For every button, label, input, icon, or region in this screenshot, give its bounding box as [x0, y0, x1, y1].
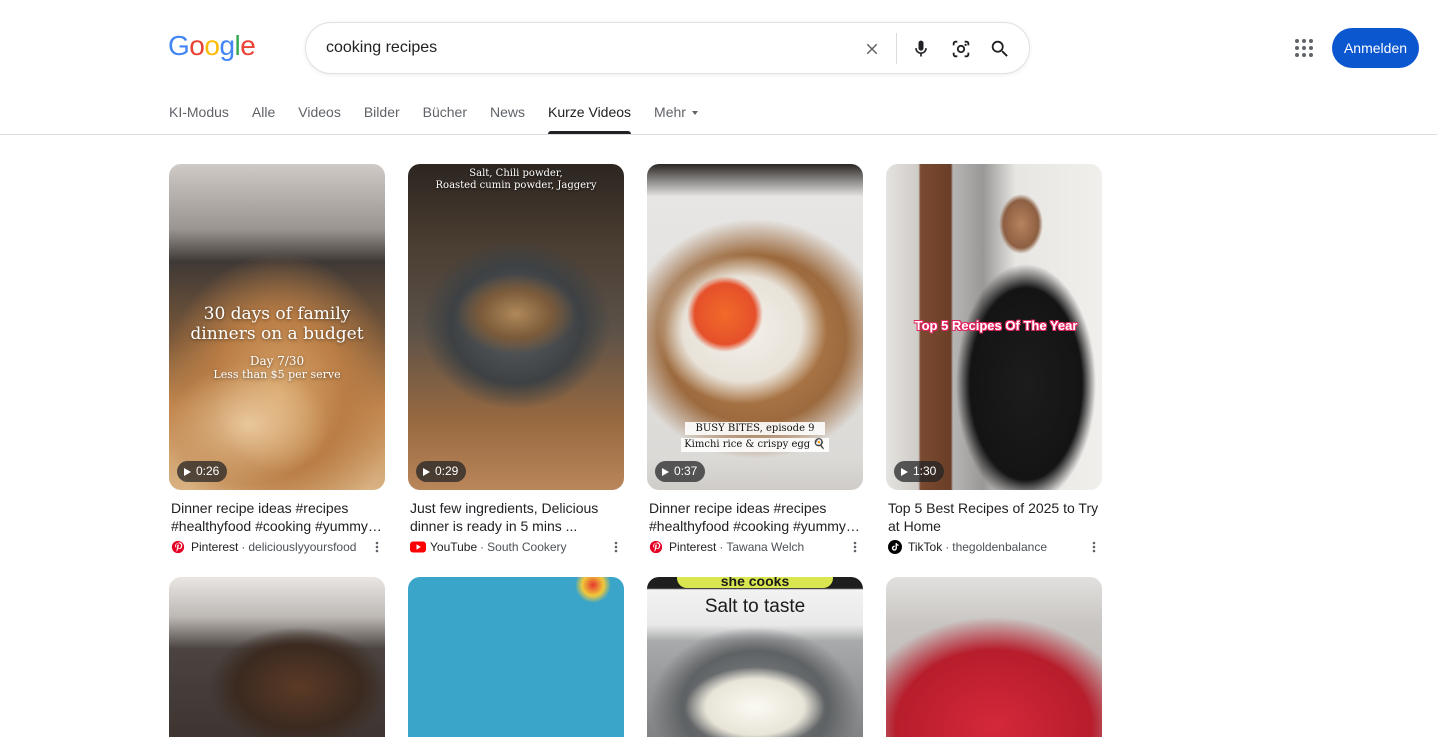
duration-label: 0:26 — [196, 464, 220, 478]
video-source: Pinterest · deliciouslyyoursfood — [169, 539, 385, 555]
thumbnail-overlay-line: Salt, Chili powder, — [469, 168, 563, 179]
tab-buecher[interactable]: Bücher — [423, 95, 467, 134]
tab-mehr[interactable]: Mehr — [654, 95, 698, 134]
play-icon — [423, 467, 430, 476]
duration-badge: 1:30 — [894, 461, 945, 482]
video-title[interactable]: Just few ingredients, Delicious dinner i… — [408, 499, 622, 535]
video-card: Top 5 Recipes Of The Year 1:30 Top 5 Bes… — [886, 164, 1102, 555]
more-options-icon[interactable] — [1086, 539, 1102, 555]
play-icon — [901, 467, 908, 476]
tab-bilder[interactable]: Bilder — [364, 95, 400, 134]
video-title[interactable]: Dinner recipe ideas #recipes #healthyfoo… — [647, 499, 861, 535]
channel-name: Tawana Welch — [726, 540, 805, 554]
separator: · — [480, 540, 485, 554]
video-card — [169, 577, 385, 737]
video-thumbnail[interactable]: Top 5 Recipes Of The Year 1:30 — [886, 164, 1102, 490]
lens-camera-icon[interactable] — [949, 37, 973, 61]
apps-grid-icon[interactable] — [1292, 36, 1316, 60]
video-title-line: dinner is ready in 5 mins ... — [410, 518, 578, 534]
video-thumbnail[interactable]: Salt, Chili powder, Roasted cumin powder… — [408, 164, 624, 490]
search-divider — [896, 33, 897, 64]
video-card — [408, 577, 624, 737]
video-title[interactable]: Top 5 Best Recipes of 2025 to Try at Hom… — [886, 499, 1100, 535]
separator: · — [945, 540, 950, 554]
microphone-icon[interactable] — [909, 37, 933, 61]
more-options-icon[interactable] — [608, 539, 624, 555]
duration-badge: 0:26 — [177, 461, 228, 482]
video-card: she cooks Salt to taste — [647, 577, 863, 737]
thumbnail-overlay-line: BUSY BITES, episode 9 — [685, 422, 825, 435]
clear-icon[interactable] — [860, 37, 884, 61]
video-card: 30 days of family dinners on a budget Da… — [169, 164, 385, 555]
video-source: TikTok · thegoldenbalance — [886, 539, 1102, 555]
search-tabs: KI-Modus Alle Videos Bilder Bücher News … — [169, 95, 721, 134]
caret-down-icon — [691, 111, 698, 116]
separator: · — [719, 540, 724, 554]
youtube-icon — [410, 540, 426, 554]
thumbnail-overlay-note: Less than $5 per serve — [213, 368, 341, 381]
video-title-line: #healthyfood #cooking #yummy… — [171, 518, 382, 534]
thumbnail-overlay-line: Roasted cumin powder, Jaggery — [435, 180, 597, 191]
search-box — [305, 22, 1030, 74]
video-thumbnail[interactable] — [408, 577, 624, 737]
video-source: YouTube · South Cookery — [408, 539, 624, 555]
source-name: Pinterest — [191, 540, 239, 554]
thumbnail-overlay-line: Kimchi rice & crispy egg 🍳 — [681, 438, 829, 452]
video-source: Pinterest · Tawana Welch — [647, 539, 863, 555]
more-options-icon[interactable] — [847, 539, 863, 555]
tab-news[interactable]: News — [490, 95, 525, 134]
source-name: TikTok — [908, 540, 943, 554]
tab-ki-modus[interactable]: KI-Modus — [169, 95, 229, 134]
header: Google Anmelden — [0, 0, 1437, 95]
video-thumbnail[interactable]: she cooks Salt to taste — [647, 577, 863, 737]
video-thumbnail[interactable]: BUSY BITES, episode 9 Kimchi rice & cris… — [647, 164, 863, 490]
tiktok-icon — [888, 540, 902, 554]
thumbnail-overlay-line: Top 5 Recipes Of The Year — [914, 318, 1078, 333]
duration-label: 1:30 — [913, 464, 937, 478]
video-thumbnail[interactable]: 30 days of family dinners on a budget Da… — [169, 164, 385, 490]
duration-label: 0:37 — [674, 464, 698, 478]
video-title-line: #healthyfood #cooking #yummy… — [649, 518, 860, 534]
tabs-divider — [0, 134, 1437, 135]
video-thumbnail[interactable] — [886, 577, 1102, 737]
video-card — [886, 577, 1102, 737]
signin-button[interactable]: Anmelden — [1332, 28, 1419, 68]
tab-kurze-videos[interactable]: Kurze Videos — [548, 95, 632, 134]
video-title-line: Top 5 Best Recipes of 2025 to Try — [888, 500, 1099, 516]
search-input[interactable] — [326, 36, 846, 60]
source-name: Pinterest — [669, 540, 717, 554]
tab-mehr-label: Mehr — [654, 104, 686, 120]
video-card: BUSY BITES, episode 9 Kimchi rice & cris… — [647, 164, 863, 555]
tab-alle[interactable]: Alle — [252, 95, 275, 134]
thumbnail-overlay-line: she cooks — [677, 577, 833, 588]
video-title-line: Dinner recipe ideas #recipes — [171, 500, 349, 516]
channel-name: deliciouslyyoursfood — [248, 540, 357, 554]
video-card: Salt, Chili powder, Roasted cumin powder… — [408, 164, 624, 555]
pinterest-icon — [171, 540, 185, 554]
video-title[interactable]: Dinner recipe ideas #recipes #healthyfoo… — [169, 499, 383, 535]
thumbnail-overlay-day: Day 7/30 — [249, 354, 305, 368]
video-title-line: at Home — [888, 518, 941, 534]
channel-name: thegoldenbalance — [952, 540, 1047, 554]
thumbnail-overlay-title: 30 days of family dinners on a budget — [190, 304, 364, 344]
source-name: YouTube — [430, 540, 478, 554]
play-icon — [184, 467, 191, 476]
pinterest-icon — [649, 540, 663, 554]
search-icon[interactable] — [988, 37, 1012, 61]
more-options-icon[interactable] — [369, 539, 385, 555]
duration-badge: 0:37 — [655, 461, 706, 482]
channel-name: South Cookery — [487, 540, 567, 554]
play-icon — [662, 467, 669, 476]
tab-videos[interactable]: Videos — [298, 95, 341, 134]
video-title-line: Just few ingredients, Delicious — [410, 500, 599, 516]
video-thumbnail[interactable] — [169, 577, 385, 737]
separator: · — [241, 540, 246, 554]
thumbnail-overlay-line: Salt to taste — [704, 596, 806, 617]
google-logo[interactable]: Google — [168, 30, 256, 62]
video-title-line: Dinner recipe ideas #recipes — [649, 500, 827, 516]
duration-badge: 0:29 — [416, 461, 467, 482]
duration-label: 0:29 — [435, 464, 459, 478]
